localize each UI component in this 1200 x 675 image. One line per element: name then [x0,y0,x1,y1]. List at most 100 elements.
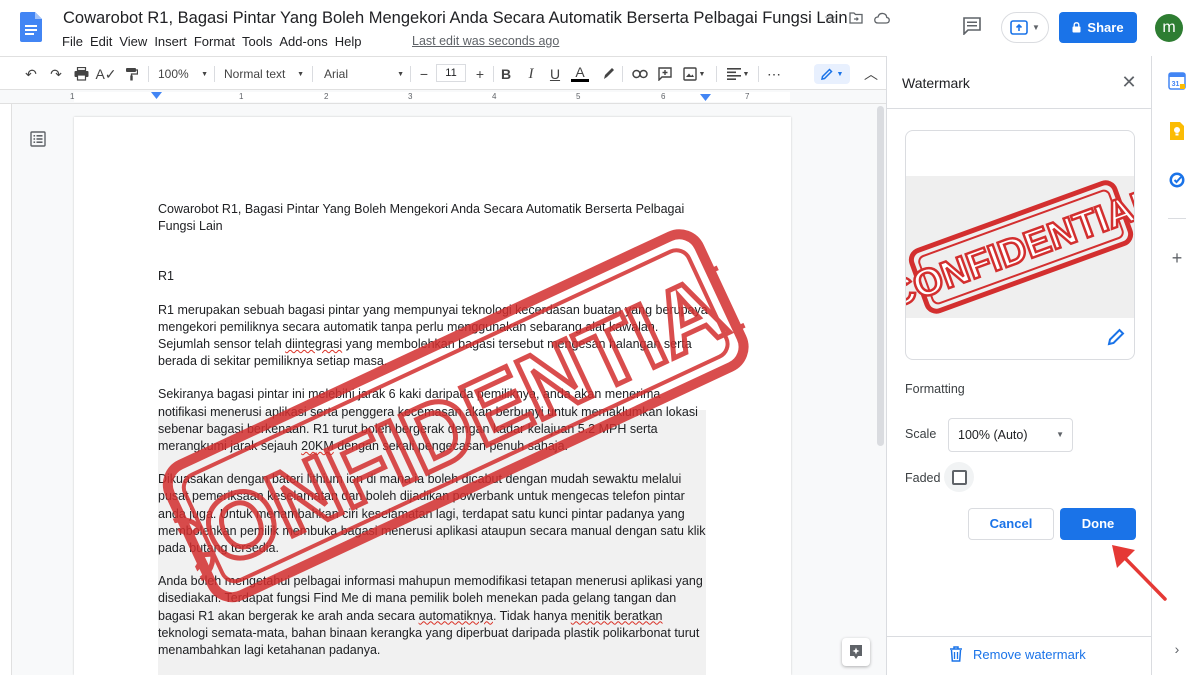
ruler-number: 2 [324,92,329,101]
share-button[interactable]: Share [1059,12,1137,43]
spelling-error[interactable]: automatiknya [419,609,493,623]
menu-format[interactable]: Format [194,34,241,49]
avatar[interactable]: m [1155,14,1183,42]
more-options-icon[interactable]: ⋯ [765,64,783,84]
calendar-icon[interactable]: 31 [1168,72,1186,90]
style-select[interactable]: Normal text ▼ [224,64,304,84]
font-value: Arial [324,67,349,81]
present-button[interactable]: ▼ [1001,12,1049,43]
edit-pencil-icon[interactable] [1107,328,1125,346]
underline-button[interactable]: U [546,64,564,84]
document-scrollbar[interactable] [877,106,884,446]
menu-edit[interactable]: Edit [90,34,118,49]
explore-icon [850,645,862,659]
move-folder-icon[interactable] [848,9,864,27]
text-color-button[interactable]: A [571,64,589,82]
scale-label: Scale [905,427,937,441]
increase-font-size-button[interactable]: + [471,64,489,84]
comment-history-icon[interactable] [962,17,982,35]
toolbar-divider [493,66,494,82]
font-size-input[interactable]: 11 [436,64,466,82]
print-icon[interactable] [72,64,90,84]
scale-select[interactable]: 100% (Auto) ▼ [948,418,1073,452]
rail-divider [1168,218,1186,219]
keep-icon[interactable] [1168,122,1186,140]
last-edit-link[interactable]: Last edit was seconds ago [412,34,559,48]
scale-value: 100% (Auto) [958,428,1028,442]
watermark-preview-image: CONFIDENTIAL [906,176,1134,318]
add-addon-icon[interactable]: + [1168,249,1186,267]
present-icon [1010,20,1028,35]
ruler-number: 4 [492,92,497,101]
star-icon[interactable]: ☆ [822,9,838,27]
align-icon[interactable]: ▼ [725,64,751,84]
dropdown-caret-icon: ▼ [1056,430,1064,439]
explore-button[interactable] [842,638,870,666]
cancel-button[interactable]: Cancel [968,508,1054,540]
toolbar-divider [312,66,313,82]
remove-watermark-label: Remove watermark [973,646,1086,662]
menu-insert[interactable]: Insert [154,34,193,49]
done-button[interactable]: Done [1060,508,1136,540]
dropdown-caret-icon: ▼ [297,70,304,78]
undo-icon[interactable]: ↶ [22,64,40,84]
paint-format-icon[interactable] [122,64,140,84]
vertical-ruler[interactable] [0,104,12,675]
menu-view[interactable]: View [119,34,153,49]
dropdown-caret-icon: ▼ [397,70,404,78]
toolbar-divider [622,66,623,82]
ruler-number: 5 [576,92,581,101]
watermark-preview-card[interactable]: CONFIDENTIAL [905,130,1135,360]
document-outline-icon[interactable] [30,131,46,147]
menu-tools[interactable]: Tools [242,34,278,49]
bold-button[interactable]: B [497,64,515,84]
highlight-color-icon[interactable] [599,64,617,84]
style-value: Normal text [224,67,286,81]
panel-title: Watermark [902,75,970,91]
trash-icon [950,646,962,662]
zoom-value: 100% [158,67,189,81]
horizontal-ruler[interactable]: 1 1 2 3 4 5 6 7 [0,90,886,104]
title-icons: ☆ [822,9,890,27]
collapse-menus-icon[interactable]: ︿ [862,64,880,84]
spellcheck-icon[interactable]: A✓ [95,64,116,84]
close-icon[interactable]: ✕ [1120,73,1138,91]
font-select[interactable]: Arial ▼ [324,64,404,84]
pencil-icon [820,68,833,80]
tasks-icon[interactable] [1168,171,1186,189]
annotation-arrow-icon [1112,545,1167,601]
svg-text:31: 31 [1172,81,1180,88]
add-comment-icon[interactable] [656,64,674,84]
insert-image-icon[interactable]: ▼ [681,64,707,84]
expand-panel-chevron-icon[interactable]: › [1168,640,1186,658]
cloud-status-icon[interactable] [874,9,890,27]
link-icon[interactable] [631,64,649,84]
ruler-number: 1 [70,92,75,101]
spelling-error[interactable]: menitik beratkan [571,609,663,623]
toolbar-divider [214,66,215,82]
menu-help[interactable]: Help [335,34,368,49]
remove-watermark-button[interactable]: Remove watermark [949,646,1086,662]
faded-checkbox-wrapper[interactable] [944,462,974,492]
right-indent-marker-icon[interactable] [700,94,711,103]
docs-logo-icon[interactable] [20,12,42,42]
menu-addons[interactable]: Add-ons [279,34,333,49]
panel-divider [887,636,1152,637]
left-indent-marker-icon[interactable] [151,92,162,101]
toolbar-divider [716,66,717,82]
chevron-down-icon: ▼ [1032,23,1040,32]
document-title[interactable]: Cowarobot R1, Bagasi Pintar Yang Boleh M… [63,9,848,28]
decrease-font-size-button[interactable]: − [415,64,433,84]
spelling-error[interactable]: diintegrasi [285,337,342,351]
editing-mode-button[interactable]: ▼ [814,64,850,84]
zoom-select[interactable]: 100% ▼ [158,64,208,84]
faded-checkbox[interactable] [951,469,967,485]
redo-icon[interactable]: ↷ [47,64,65,84]
ruler-number: 1 [239,92,244,101]
toolbar-divider [758,66,759,82]
italic-button[interactable]: I [522,64,540,84]
panel-divider [887,108,1152,109]
ruler-track: 1 1 2 3 4 5 6 7 [70,92,790,102]
menu-file[interactable]: File [62,34,89,49]
doc-title-line: Cowarobot R1, Bagasi Pintar Yang Boleh M… [158,202,685,234]
